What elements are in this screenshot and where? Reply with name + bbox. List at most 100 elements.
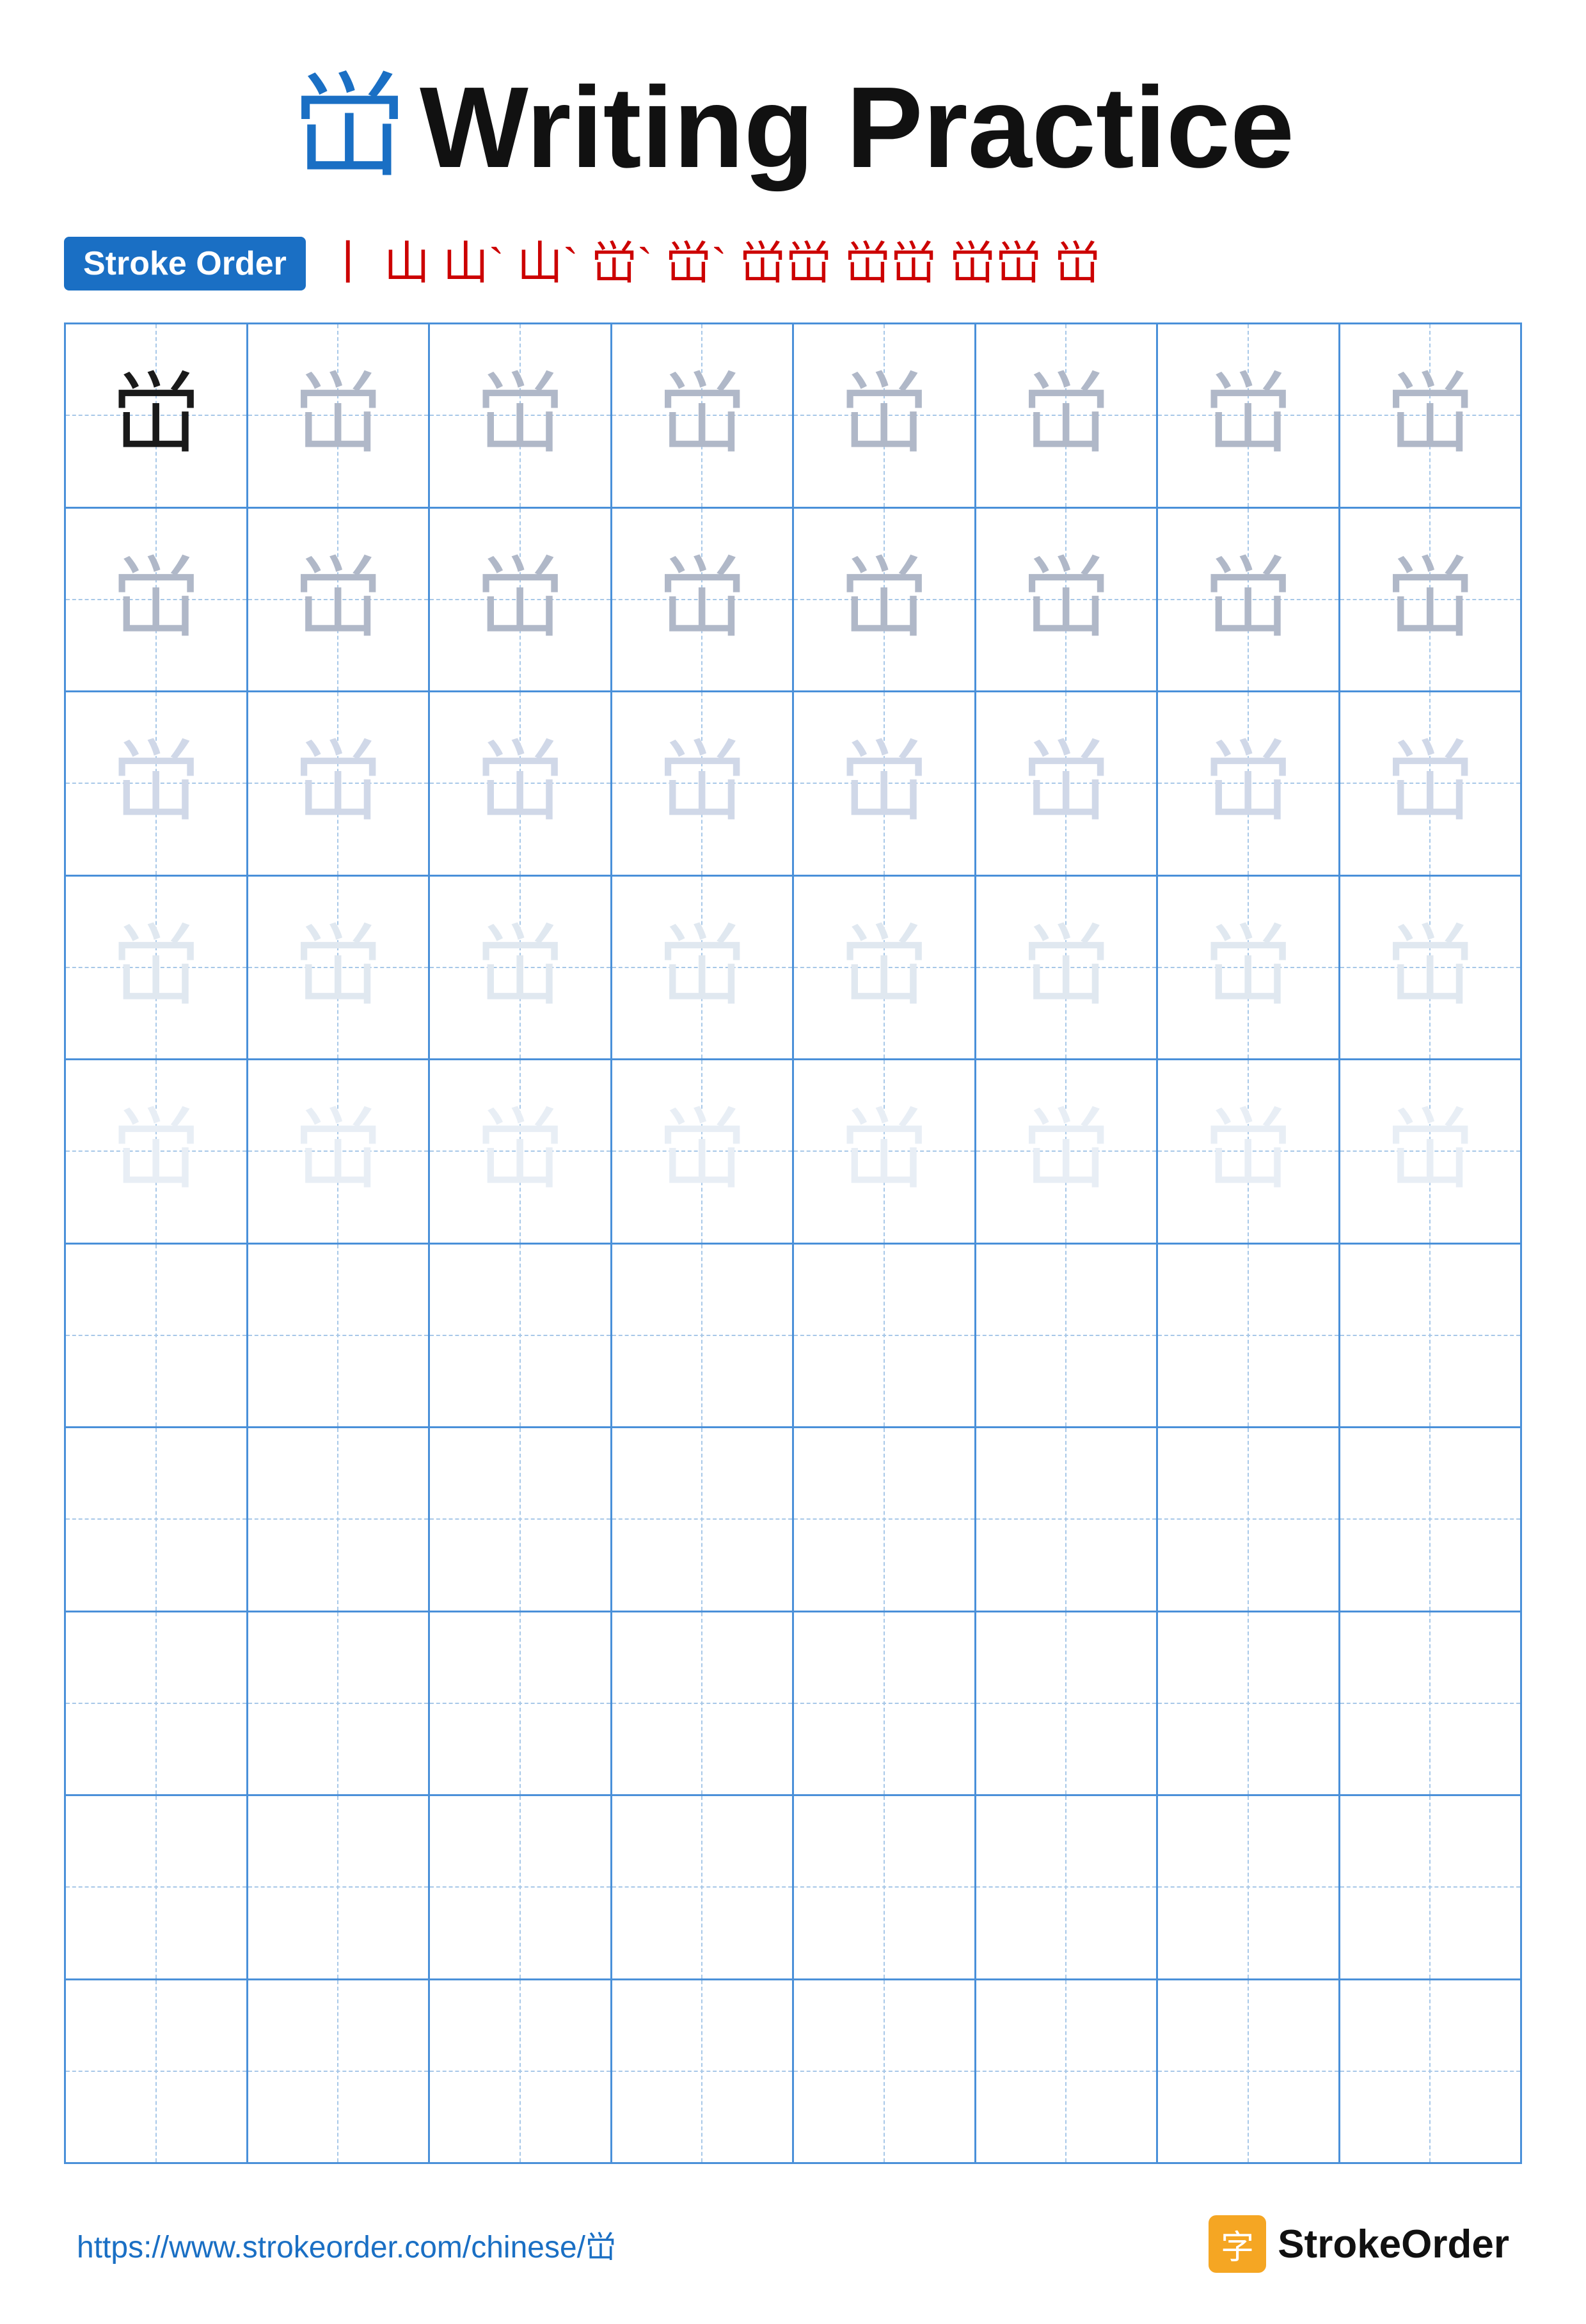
grid-cell[interactable] [248,1428,431,1611]
cell-character: 峃 [657,1106,747,1196]
grid-cell[interactable]: 峃 [66,692,248,875]
grid-cell[interactable]: 峃 [976,509,1159,691]
grid-cell[interactable]: 峃 [248,692,431,875]
grid-cell[interactable]: 峃 [612,509,795,691]
grid-cell[interactable]: 峃 [248,877,431,1059]
grid-cell[interactable]: 峃 [430,692,612,875]
grid-cell[interactable]: 峃 [1158,877,1340,1059]
grid-cell[interactable]: 峃 [794,1060,976,1243]
grid-cell[interactable] [794,1612,976,1795]
grid-cell[interactable] [612,1612,795,1795]
grid-cell[interactable]: 峃 [1158,509,1340,691]
grid-cell[interactable] [1340,1796,1521,1978]
grid-cell[interactable] [794,1980,976,2163]
grid-cell[interactable] [1158,1245,1340,1427]
grid-cell[interactable]: 峃 [1340,877,1521,1059]
grid-cell[interactable]: 峃 [1340,692,1521,875]
grid-cell[interactable]: 峃 [248,509,431,691]
grid-cell[interactable]: 峃 [794,692,976,875]
grid-cell[interactable] [430,1612,612,1795]
grid-cell[interactable]: 峃 [248,1060,431,1243]
grid-cell[interactable]: 峃 [248,324,431,507]
cell-character: 峃 [475,555,565,644]
grid-cell[interactable] [430,1428,612,1611]
grid-cell[interactable]: 峃 [794,877,976,1059]
grid-cell[interactable] [794,1245,976,1427]
cell-character: 峃 [293,555,383,644]
cell-character: 峃 [839,923,929,1012]
grid-cell[interactable] [976,1428,1159,1611]
grid-cell[interactable] [612,1796,795,1978]
grid-cell[interactable]: 峃 [66,877,248,1059]
grid-cell[interactable] [430,1980,612,2163]
grid-cell[interactable]: 峃 [612,877,795,1059]
grid-cell[interactable] [66,1980,248,2163]
cell-character: 峃 [1385,1106,1475,1196]
grid-cell[interactable] [976,1796,1159,1978]
stroke-6: 峃` [665,241,727,287]
grid-cell[interactable]: 峃 [1158,324,1340,507]
grid-cell[interactable] [1340,1245,1521,1427]
grid-cell[interactable] [1340,1612,1521,1795]
grid-cell[interactable]: 峃 [794,509,976,691]
grid-cell[interactable] [66,1612,248,1795]
grid-cell[interactable] [1158,1428,1340,1611]
grid-cell[interactable] [794,1796,976,1978]
grid-cell[interactable]: 峃 [1340,509,1521,691]
grid-cell[interactable] [1158,1980,1340,2163]
grid-cell[interactable] [612,1980,795,2163]
grid-row-1: 峃 峃 峃 峃 峃 峃 峃 峃 [66,324,1520,509]
grid-cell[interactable]: 峃 [430,509,612,691]
cell-character: 峃 [1021,923,1111,1012]
stroke-order-badge: Stroke Order [64,237,306,290]
grid-cell[interactable]: 峃 [976,1060,1159,1243]
grid-cell[interactable] [66,1796,248,1978]
grid-cell[interactable] [612,1428,795,1611]
grid-cell[interactable]: 峃 [1158,1060,1340,1243]
grid-cell[interactable]: 峃 [976,692,1159,875]
stroke-5: 峃` [591,241,653,287]
grid-cell[interactable]: 峃 [976,324,1159,507]
grid-cell[interactable] [1340,1980,1521,2163]
grid-cell[interactable] [612,1245,795,1427]
stroke-8: 峃峃 [845,241,937,287]
grid-cell[interactable]: 峃 [1340,1060,1521,1243]
footer: https://www.strokeorder.com/chinese/峃 字 … [64,2215,1522,2273]
grid-cell[interactable] [248,1245,431,1427]
grid-cell[interactable] [1158,1796,1340,1978]
grid-cell[interactable]: 峃 [430,324,612,507]
grid-cell[interactable] [248,1612,431,1795]
footer-url[interactable]: https://www.strokeorder.com/chinese/峃 [77,2222,616,2266]
grid-cell[interactable]: 峃 [612,692,795,875]
cell-character: 峃 [293,370,383,460]
grid-cell[interactable]: 峃 [612,1060,795,1243]
cell-character: 峃 [1203,370,1293,460]
grid-cell[interactable]: 峃 [66,1060,248,1243]
grid-cell[interactable] [976,1245,1159,1427]
grid-cell[interactable] [248,1980,431,2163]
grid-cell[interactable] [976,1980,1159,2163]
grid-cell[interactable] [66,1245,248,1427]
grid-cell[interactable]: 峃 [1158,692,1340,875]
grid-cell[interactable] [1340,1428,1521,1611]
title-character: 峃 [292,70,407,186]
grid-cell[interactable]: 峃 [612,324,795,507]
grid-cell[interactable] [976,1612,1159,1795]
grid-cell[interactable]: 峃 [794,324,976,507]
grid-cell[interactable] [430,1796,612,1978]
cell-character: 峃 [293,923,383,1012]
grid-cell[interactable] [430,1245,612,1427]
grid-cell[interactable]: 峃 [1340,324,1521,507]
grid-cell[interactable]: 峃 [66,509,248,691]
grid-cell[interactable] [248,1796,431,1978]
grid-cell[interactable]: 峃 [430,877,612,1059]
grid-cell[interactable] [794,1428,976,1611]
grid-cell[interactable]: 峃 [66,324,248,507]
grid-cell[interactable] [1158,1612,1340,1795]
cell-character: 峃 [1385,923,1475,1012]
grid-cell[interactable]: 峃 [976,877,1159,1059]
grid-cell[interactable]: 峃 [430,1060,612,1243]
grid-cell[interactable] [66,1428,248,1611]
cell-character: 峃 [1203,1106,1293,1196]
cell-character: 峃 [657,923,747,1012]
